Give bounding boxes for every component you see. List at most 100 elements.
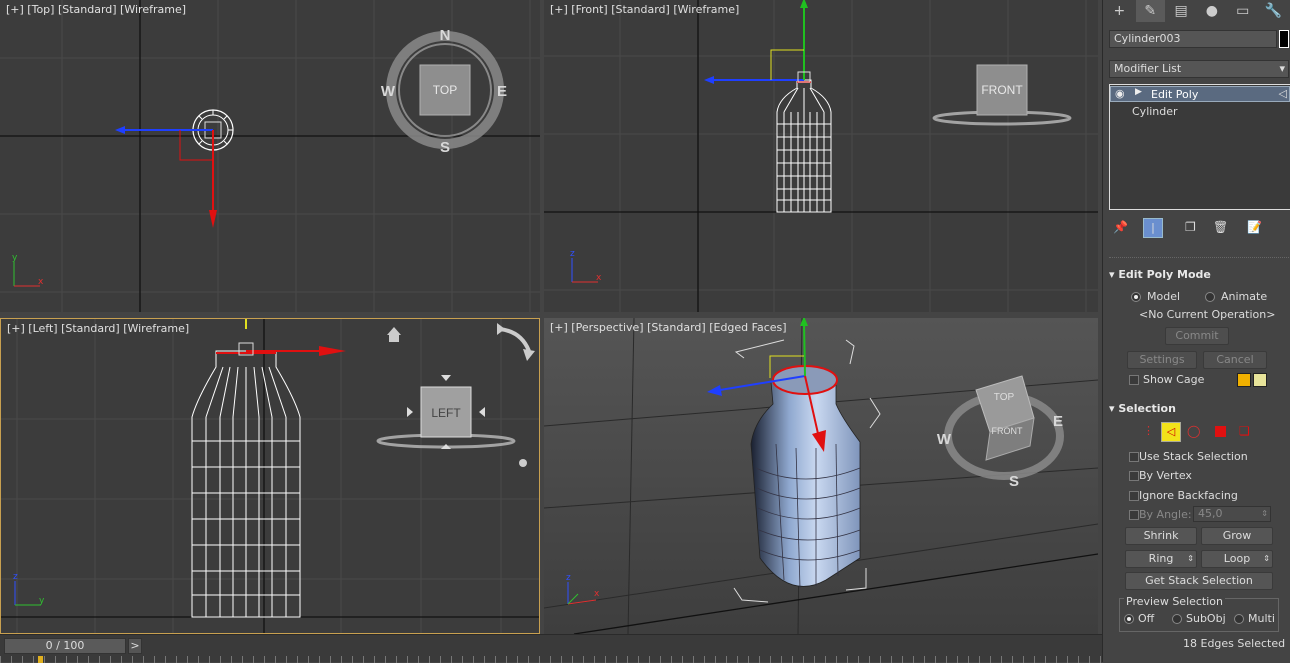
viewport-front-label[interactable]: [+] [Front] [Standard] [Wireframe] [550,3,739,16]
loop-button[interactable]: Loop ⇕ [1201,550,1273,568]
cancel-button[interactable]: Cancel [1203,351,1267,369]
current-operation-label: <No Current Operation> [1139,308,1276,321]
preview-selection-label: Preview Selection [1124,595,1226,608]
show-cage-checkbox[interactable] [1129,375,1139,385]
preview-selection-group: Preview Selection Off SubObj Multi [1119,595,1279,632]
svg-text:z: z [570,249,575,259]
by-vertex-checkbox[interactable] [1129,471,1139,481]
stack-item-edit-poly[interactable]: ◉ ▶ Edit Poly ◁ [1110,86,1290,102]
viewport-top-canvas: TOP N S E W yx [0,0,540,312]
preview-off-radio[interactable] [1124,614,1134,624]
viewport-top-label[interactable]: [+] [Top] [Standard] [Wireframe] [6,3,186,16]
svg-text:LEFT: LEFT [431,406,461,420]
use-stack-selection-label: Use Stack Selection [1139,450,1248,463]
shrink-button[interactable]: Shrink [1125,527,1197,545]
axis-tripod-perspective: zx [566,573,600,605]
element-mode-icon[interactable]: ❏ [1239,424,1250,438]
modify-tab-icon[interactable]: ✎ [1135,0,1165,22]
home-icon[interactable] [387,327,401,342]
svg-text:y: y [12,253,18,263]
preview-multi-radio[interactable] [1234,614,1244,624]
expand-triangle-icon[interactable]: ▶ [1135,87,1142,97]
by-angle-checkbox[interactable] [1129,510,1139,520]
viewport-perspective-label[interactable]: [+] [Perspective] [Standard] [Edged Face… [550,321,787,334]
hierarchy-tab-icon[interactable]: ▤ [1167,0,1196,22]
pin-stack-icon[interactable]: 📌 [1113,220,1128,234]
spinner-arrows-icon[interactable]: ⇕ [1261,507,1268,521]
svg-text:TOP: TOP [994,392,1015,403]
svg-text:x: x [594,589,600,599]
ring-label: Ring [1148,552,1174,565]
ignore-backfacing-checkbox[interactable] [1129,491,1139,501]
motion-tab-icon[interactable]: ● [1197,0,1226,22]
loop-label: Loop [1223,552,1251,565]
viewport-top[interactable]: [+] [Top] [Standard] [Wireframe] TOP N S… [0,0,540,312]
settings-button[interactable]: Settings [1127,351,1197,369]
axis-tripod-front: zx [570,249,602,283]
make-unique-icon[interactable]: ❐ [1185,220,1196,234]
object-color-swatch[interactable] [1279,30,1289,48]
axis-tripod-top: yx [12,253,44,287]
get-stack-selection-button[interactable]: Get Stack Selection [1125,572,1273,590]
cube-menu-icon[interactable] [519,459,527,467]
loop-spinner-icon[interactable]: ⇕ [1263,551,1270,567]
vertex-mode-icon[interactable]: ⋮ [1143,424,1154,437]
show-end-result-icon[interactable]: | [1143,218,1163,238]
remove-modifier-icon[interactable]: 🗑 [1213,220,1228,234]
edge-mode-icon[interactable]: ◁ [1161,422,1181,442]
viewport-left-label[interactable]: [+] [Left] [Standard] [Wireframe] [7,322,189,335]
next-frame-button[interactable]: > [128,638,142,654]
bottle-perspective [750,365,861,589]
cage-color-swatch-1[interactable] [1237,373,1251,387]
configure-modifier-sets-icon[interactable]: 📝 [1247,220,1262,234]
viewport-left[interactable]: [+] [Left] [Standard] [Wireframe] LEFT z… [0,318,540,634]
viewport-left-canvas: LEFT z y [1,319,539,633]
selection-rollout: ▾ Selection ⋮ ◁ ◯ ❏ Use Stack Selection … [1103,398,1290,662]
svg-text:W: W [937,431,952,448]
compass-e: E [497,83,507,100]
rollout-header-selection[interactable]: ▾ Selection [1109,402,1176,415]
gizmo-left [238,319,346,356]
by-vertex-label: By Vertex [1139,469,1192,482]
object-name-input[interactable]: Cylinder003 [1109,30,1277,48]
ring-button[interactable]: Ring ⇕ [1125,550,1197,568]
preview-multi-label: Multi [1248,612,1275,625]
utilities-tab-icon[interactable]: 🔧 [1259,0,1288,22]
viewport-perspective-canvas: TOP FRONT S E W zx [544,318,1098,634]
polygon-mode-icon[interactable] [1215,426,1226,437]
cage-color-swatch-2[interactable] [1253,373,1267,387]
time-slider[interactable]: 0 / 100 [4,638,126,654]
preview-subobj-radio[interactable] [1172,614,1182,624]
subobject-toolbar: ⋮ ◁ ◯ ❏ [1143,422,1273,442]
frame-counter: 0 / 100 [45,639,85,652]
svg-text:z: z [566,573,571,583]
display-tab-icon[interactable]: ▭ [1228,0,1257,22]
model-label: Model [1147,290,1181,303]
svg-text:z: z [13,572,18,582]
rollout-header-edit-poly-mode[interactable]: ▾ Edit Poly Mode [1109,268,1211,281]
commit-button[interactable]: Commit [1165,327,1229,345]
modifier-list-label: Modifier List [1114,62,1182,75]
rollout-title: Edit Poly Mode [1118,268,1211,281]
compass-w: W [381,83,396,100]
preview-subobj-label: SubObj [1186,612,1226,625]
viewport-perspective[interactable]: [+] [Perspective] [Standard] [Edged Face… [544,318,1098,634]
border-mode-icon[interactable]: ◯ [1187,424,1200,438]
stack-item-cylinder[interactable]: Cylinder [1110,104,1290,120]
compass-s: S [440,139,450,156]
use-stack-selection-checkbox[interactable] [1129,452,1139,462]
modifier-list-dropdown[interactable]: Modifier List ▾ [1109,60,1289,78]
by-angle-spinner[interactable]: 45,0 ⇕ [1193,506,1271,522]
svg-text:y: y [39,596,45,606]
viewport-front-canvas: FRONT zx [544,0,1098,312]
model-radio[interactable] [1131,292,1141,302]
stack-toolbar: 📌 | ❐ 🗑 📝 [1109,218,1290,240]
create-tab-icon[interactable]: + [1105,0,1134,22]
grow-button[interactable]: Grow [1201,527,1273,545]
eye-icon[interactable]: ◉ [1115,87,1125,100]
timeline: 0 / 100 > [0,634,1102,663]
ring-spinner-icon[interactable]: ⇕ [1187,551,1194,567]
orbit-arrow-icon[interactable] [497,323,535,361]
viewport-front[interactable]: [+] [Front] [Standard] [Wireframe] FRONT [544,0,1098,312]
animate-radio[interactable] [1205,292,1215,302]
